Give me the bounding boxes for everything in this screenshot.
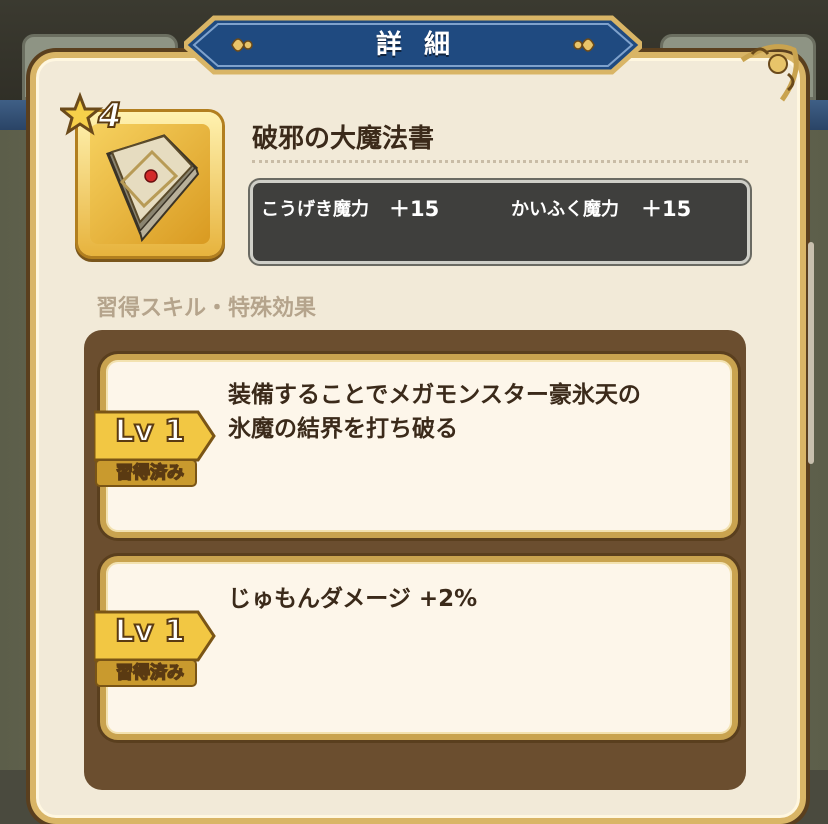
- level-badge: Lv 1 習得済み: [94, 608, 218, 688]
- skill-description: 氷魔の結界を打ち破る: [228, 416, 458, 442]
- item-name: 破邪の大魔法書: [252, 124, 435, 154]
- header-ribbon: 詳細: [184, 14, 642, 76]
- divider: [252, 160, 748, 163]
- level-text: Lv 1: [114, 413, 186, 450]
- stat-value-attack-magic: ＋15: [389, 197, 440, 221]
- stats-box: こうげき魔力 ＋15 かいふく魔力 ＋15: [250, 180, 750, 264]
- section-label: 習得スキル・特殊効果: [96, 296, 317, 321]
- stat-label-attack-magic: こうげき魔力: [261, 199, 369, 220]
- corner-ornament-icon: [740, 44, 799, 102]
- skill-description: 装備することでメガモンスター豪氷天の: [228, 382, 641, 408]
- page-title: 詳細: [375, 30, 472, 60]
- scrollbar[interactable]: [808, 242, 814, 464]
- level-badge: Lv 1 習得済み: [94, 408, 218, 488]
- acquired-label: 習得済み: [115, 462, 185, 484]
- stat-value-heal-magic: ＋15: [641, 197, 692, 221]
- stat-label-heal-magic: かいふく魔力: [511, 199, 619, 220]
- skill-description: じゅもんダメージ +2%: [228, 586, 478, 612]
- acquired-label: 習得済み: [115, 662, 185, 684]
- level-text: Lv 1: [114, 613, 186, 650]
- rarity-number: 4: [97, 95, 123, 137]
